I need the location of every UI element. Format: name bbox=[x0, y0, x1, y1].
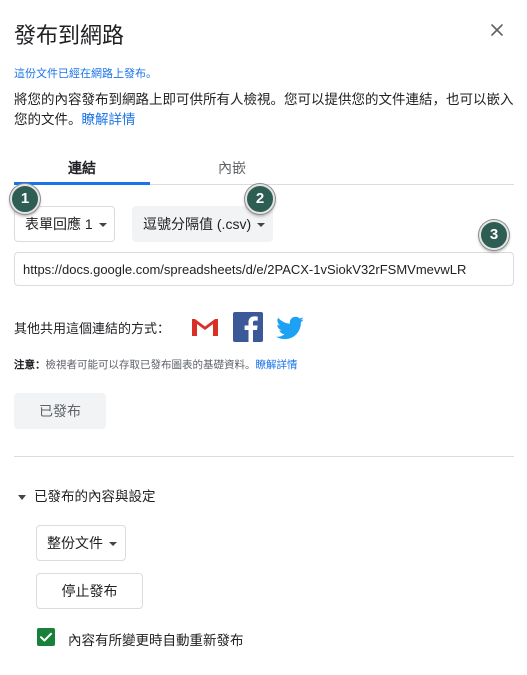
notice-prefix: 注意： bbox=[14, 359, 46, 371]
step-badge-3: 3 bbox=[479, 220, 509, 250]
dialog-title: 發布到網路 bbox=[14, 23, 125, 48]
share-label: 其他共用這個連結的方式： bbox=[14, 321, 171, 336]
stop-publishing-button[interactable]: 停止發布 bbox=[36, 573, 143, 609]
divider bbox=[14, 456, 514, 457]
chevron-down-icon bbox=[109, 542, 117, 547]
learn-more-link[interactable]: 瞭解詳情 bbox=[82, 112, 136, 127]
sheet-select-value: 表單回應 1 bbox=[25, 216, 93, 232]
chevron-down-icon bbox=[257, 223, 266, 228]
published-settings-toggle[interactable]: 已發布的內容與設定 bbox=[18, 485, 156, 505]
published-settings-label: 已發布的內容與設定 bbox=[34, 489, 156, 504]
auto-republish-checkbox[interactable] bbox=[37, 628, 55, 646]
notice-learn-more-link[interactable]: 瞭解詳情 bbox=[256, 359, 298, 371]
publish-url-field[interactable] bbox=[14, 252, 514, 286]
chevron-down-icon bbox=[98, 223, 107, 228]
gmail-icon[interactable] bbox=[189, 311, 221, 343]
tab-embed[interactable]: 內嵌 bbox=[164, 150, 300, 185]
triangle-down-icon bbox=[18, 494, 26, 500]
notice: 注意：檢視者可能可以存取已發布圖表的基礎資料。瞭解詳情 bbox=[14, 357, 298, 372]
published-button: 已發布 bbox=[14, 393, 106, 429]
step-badge-2: 2 bbox=[245, 184, 275, 214]
auto-republish-label: 內容有所變更時自動重新發布 bbox=[68, 633, 244, 648]
step-badge-1: 1 bbox=[10, 184, 40, 214]
description: 將您的內容發布到網路上即可供所有人檢視。您可以提供您的文件連結，也可以嵌入您的文… bbox=[14, 90, 514, 130]
tab-link[interactable]: 連結 bbox=[14, 150, 150, 185]
facebook-icon[interactable] bbox=[232, 311, 264, 343]
twitter-icon[interactable] bbox=[274, 311, 306, 343]
scope-select[interactable]: 整份文件 bbox=[36, 525, 126, 561]
scope-select-value: 整份文件 bbox=[47, 535, 103, 551]
published-status-note: 這份文件已經在網路上發布。 bbox=[14, 68, 157, 80]
close-icon[interactable] bbox=[487, 20, 507, 40]
format-select-value: 逗號分隔值 (.csv) bbox=[143, 216, 252, 232]
tab-bar: 連結 內嵌 bbox=[14, 150, 514, 185]
notice-text: 檢視者可能可以存取已發布圖表的基礎資料。 bbox=[45, 359, 256, 371]
